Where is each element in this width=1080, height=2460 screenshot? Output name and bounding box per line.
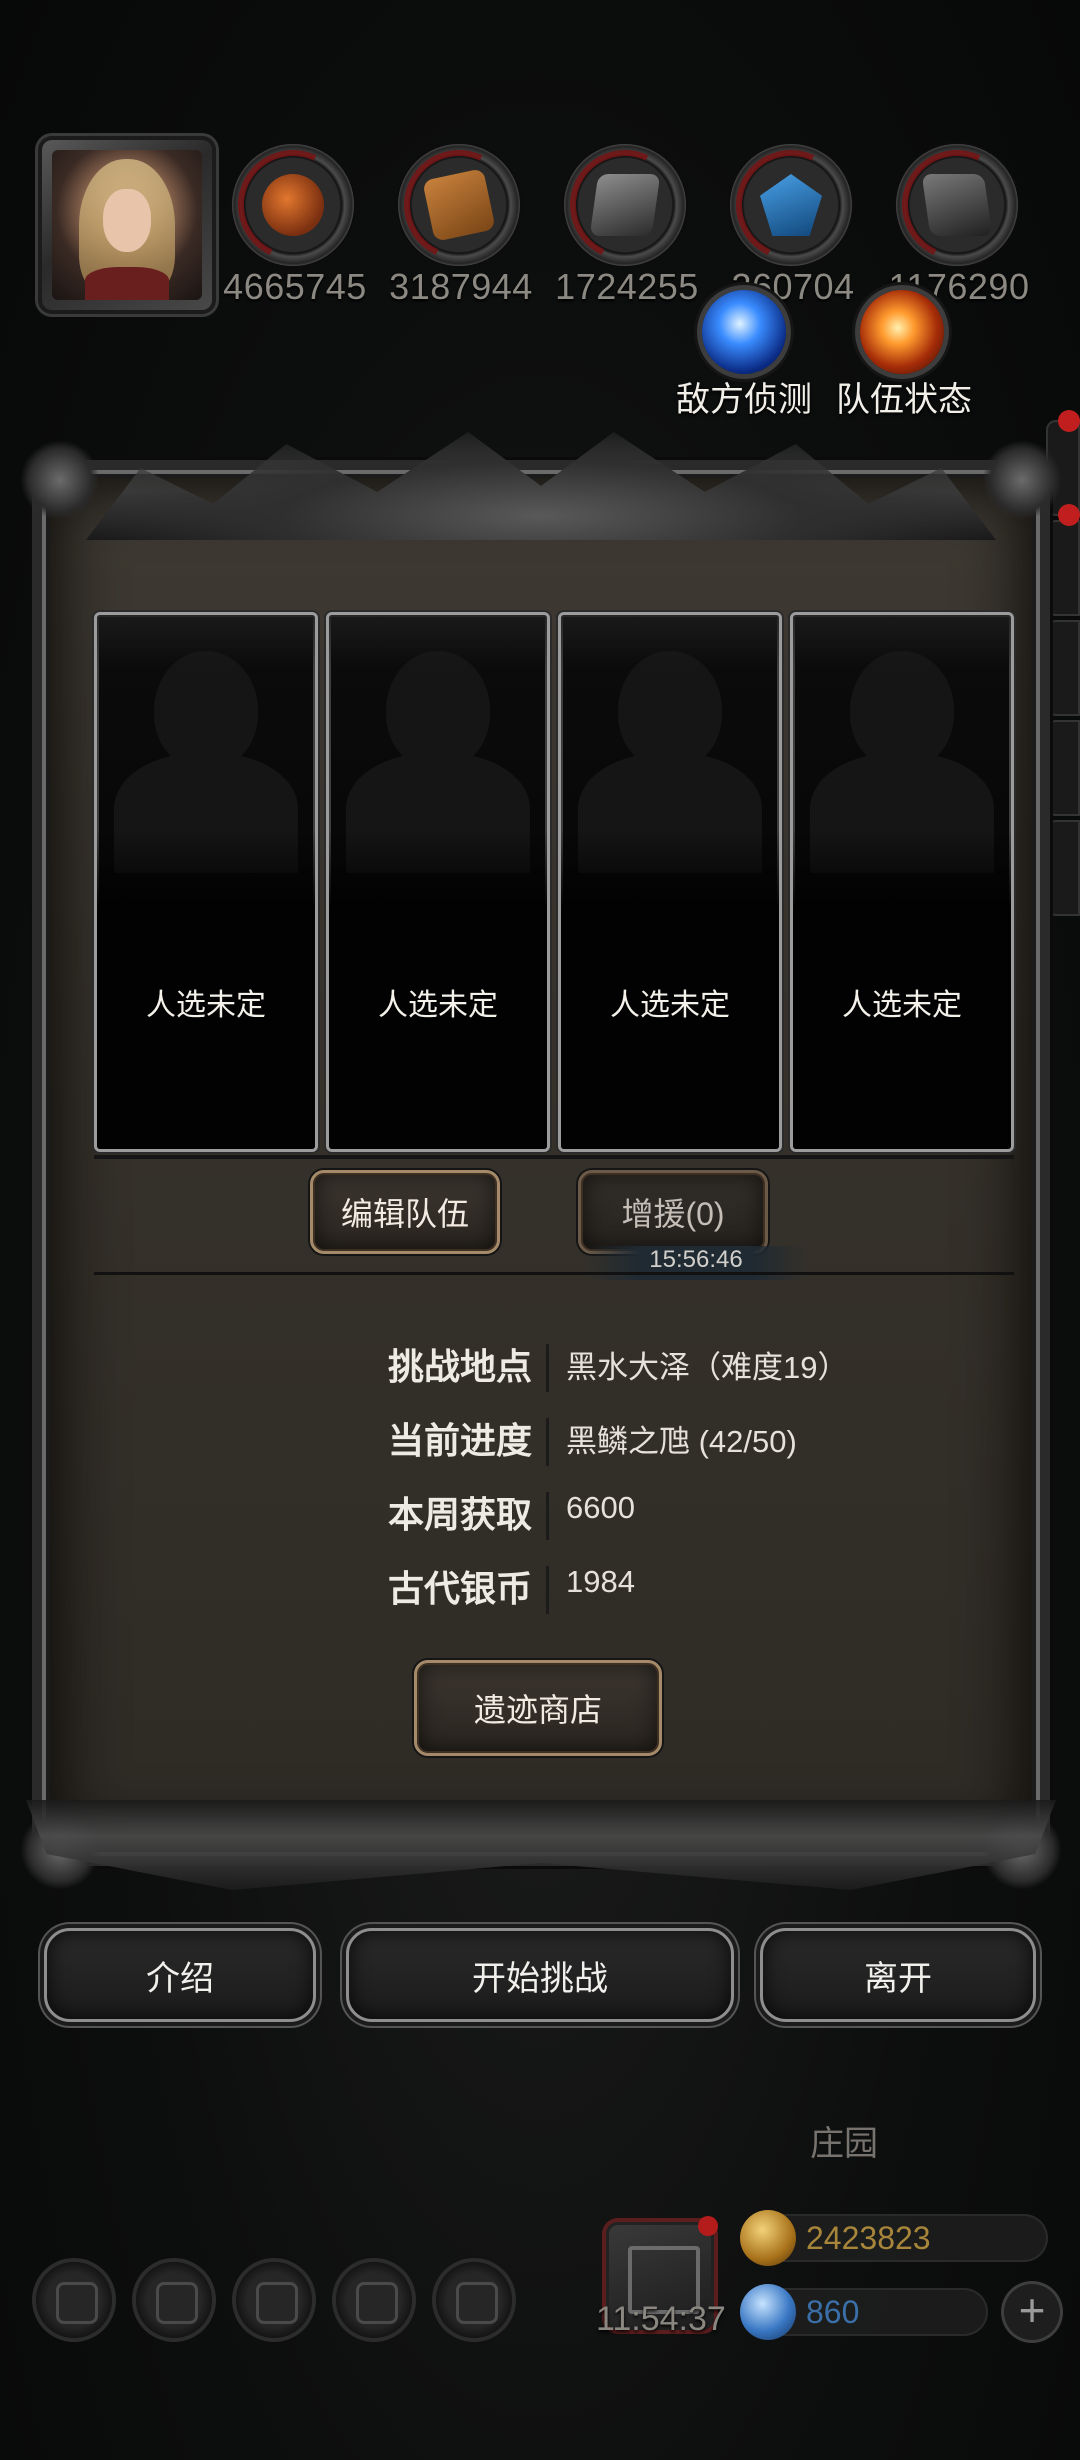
wood-icon [422,168,496,242]
zone-label: 庄园 [810,2125,878,2163]
resource-wood[interactable] [398,144,520,266]
game-clock: 11:54:37 [596,2300,726,2338]
shield-menu-icon[interactable] [436,2262,512,2338]
resource-wood-value: 3187944 [389,266,533,307]
info-row-progress: 当前进度 黑鳞之虺 (42/50) [26,1412,1056,1472]
team-status-orb-icon [860,290,944,374]
leave-button[interactable]: 离开 [760,1928,1036,2022]
team-slot-1[interactable]: 人选未定 [94,612,318,1152]
panel-corner-ornament [982,440,1062,520]
iron-icon [589,174,661,236]
team-slot-2[interactable]: 人选未定 [326,612,550,1152]
intro-button[interactable]: 介绍 [44,1928,316,2022]
team-slot-3[interactable]: 人选未定 [558,612,782,1152]
add-currency-button[interactable]: + [1004,2284,1060,2340]
gold-currency-bar: 2423823 [740,2210,1048,2266]
team-status-label: 队伍状态 [836,381,972,419]
edit-team-button[interactable]: 编辑队伍 [310,1170,500,1254]
coins-value: 1984 [566,1564,635,1599]
location-value: 黑水大泽（难度19） [566,1350,849,1385]
weekly-label: 本周获取 [387,1494,532,1535]
diamond-amount: 860 [806,2294,860,2330]
settings-gear-icon[interactable] [36,2262,112,2338]
steel-icon [921,174,993,236]
team-slots: 人选未定 人选未定 人选未定 人选未定 [94,612,1014,1152]
scout-orb-icon [702,290,786,374]
start-challenge-button[interactable]: 开始挑战 [346,1928,734,2022]
gold-amount: 2423823 [806,2220,931,2256]
slot-divider [94,1155,1014,1159]
team-slot-4[interactable]: 人选未定 [790,612,1014,1152]
gift-alert-dot [698,2216,718,2236]
resource-copper-value: 4665745 [223,266,367,307]
reinforce-button[interactable]: 增援(0) [578,1170,768,1254]
side-tab-alert-dot [1058,410,1080,432]
slot-label: 人选未定 [842,989,962,1022]
info-row-coins: 古代银币 1984 [26,1560,1056,1620]
location-label: 挑战地点 [387,1346,532,1387]
resource-copper[interactable] [232,144,354,266]
star-menu-icon[interactable] [136,2262,212,2338]
slot-label: 人选未定 [610,989,730,1022]
mail-icon[interactable] [336,2262,412,2338]
resource-iron-value: 1724255 [555,266,699,307]
copper-icon [262,174,324,236]
avatar-portrait [52,150,202,300]
slot-label: 人选未定 [378,989,498,1022]
expedition-panel: 人选未定 人选未定 人选未定 人选未定 编辑队伍 增援(0) 15:56:46 … [20,420,1062,1890]
ranking-icon[interactable] [236,2262,312,2338]
player-avatar[interactable] [38,136,216,314]
panel-base-ornament [26,1800,1056,1890]
progress-label: 当前进度 [387,1420,532,1461]
diamond-icon [740,2284,796,2340]
info-row-location: 挑战地点 黑水大泽（难度19） [26,1338,1056,1398]
relic-shop-button[interactable]: 遗迹商店 [414,1660,662,1756]
coins-label: 古代银币 [387,1568,532,1609]
info-row-weekly: 本周获取 6600 [26,1486,1056,1546]
slot-label: 人选未定 [146,989,266,1022]
gold-coin-icon [740,2210,796,2266]
resource-crystal[interactable] [730,144,852,266]
progress-value: 黑鳞之虺 (42/50) [566,1424,797,1459]
crystal-icon [760,174,822,236]
diamond-currency-bar: 860 [740,2284,988,2340]
panel-corner-ornament [20,440,100,520]
section-divider [94,1272,1014,1275]
resource-steel[interactable] [896,144,1018,266]
resource-iron[interactable] [564,144,686,266]
weekly-value: 6600 [566,1490,635,1525]
